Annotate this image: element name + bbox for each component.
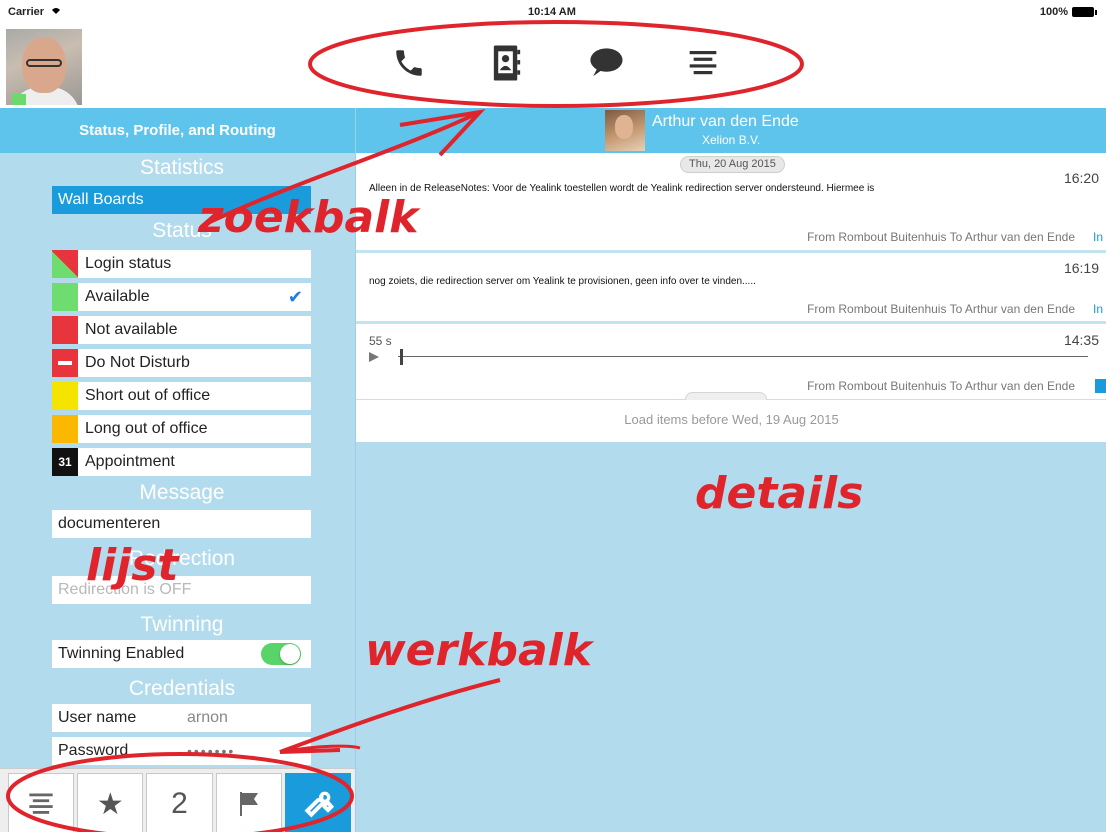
status-short-out-of-office[interactable]: Short out of office (52, 382, 311, 410)
toolbar-number-button[interactable]: 2 (146, 773, 213, 832)
message-text: Alleen in de ReleaseNotes: Voor de Yeali… (369, 183, 875, 194)
twinning-row: Twinning Enabled (52, 640, 311, 668)
status-appointment[interactable]: 31 Appointment (52, 448, 311, 476)
message-time: 16:19 (1063, 260, 1099, 276)
message-direction: In (1092, 230, 1103, 244)
status-login[interactable]: Login status (52, 250, 311, 278)
toolbar-favorites-button[interactable]: ★ (77, 773, 144, 832)
short-out-of-office-icon (52, 382, 78, 410)
do-not-disturb-icon (52, 349, 78, 377)
checkmark-icon: ✔ (287, 286, 303, 307)
password-value: ••••••• (187, 743, 236, 759)
annotation-lijst: lijst (86, 540, 179, 591)
avatar[interactable] (6, 29, 82, 105)
annotation-werkbalk: werkbalk (365, 625, 592, 676)
message-field[interactable]: documenteren (52, 510, 311, 538)
long-out-of-office-icon (52, 415, 78, 443)
twinning-toggle[interactable] (261, 643, 301, 665)
message-title: Message (139, 481, 225, 504)
top-bar (0, 24, 1106, 108)
annotation-details: details (695, 468, 864, 519)
status-not-available[interactable]: Not available (52, 316, 311, 344)
toolbar-flag-button[interactable] (215, 773, 282, 832)
status-long-out-of-office[interactable]: Long out of office (52, 415, 311, 443)
message-from: From Rombout Buitenhuis To Arthur van de… (807, 379, 1075, 393)
number-2-icon: 2 (171, 787, 188, 820)
date-separator: Thu, 20 Aug 2015 (680, 156, 785, 173)
flag-icon (239, 792, 258, 816)
statistics-title: Statistics (139, 156, 225, 179)
available-icon (52, 283, 78, 311)
wifi-icon (52, 8, 61, 14)
settings-list: Statistics Wall Boards Status Login stat… (0, 153, 355, 768)
divider (356, 321, 1106, 324)
bottom-toolbar: ★ 2 (0, 768, 355, 832)
message-direction: In (1092, 302, 1103, 316)
search-bar-nav (390, 42, 722, 84)
username-value: arnon (187, 709, 228, 726)
contact-name: Arthur van den Ende (652, 113, 799, 130)
seek-thumb[interactable] (400, 349, 403, 365)
star-icon: ★ (96, 787, 124, 821)
calendar-icon: 31 (52, 448, 78, 476)
list-icon (29, 793, 53, 814)
list-icon[interactable] (684, 42, 722, 84)
message-feed: Thu, 20 Aug 2015 Alleen in de ReleaseNot… (356, 153, 1106, 442)
password-row[interactable]: Password ••••••• (52, 737, 311, 765)
status-available[interactable]: Available ✔ (52, 283, 311, 311)
carrier-label: Carrier (8, 6, 62, 18)
phone-icon[interactable] (390, 42, 428, 84)
audio-seek-bar[interactable] (398, 356, 1088, 357)
battery-icon (1072, 7, 1097, 17)
contacts-icon[interactable] (488, 42, 526, 84)
left-panel-header: Status, Profile, and Routing (0, 108, 355, 153)
login-status-icon (52, 250, 78, 278)
contact-company: Xelion B.V. (702, 133, 761, 147)
play-icon[interactable] (368, 351, 380, 363)
status-do-not-disturb[interactable]: Do Not Disturb (52, 349, 311, 377)
message-text: nog zoiets, die redirection server om Ye… (369, 276, 756, 287)
toolbar-settings-button[interactable] (284, 773, 352, 832)
wrench-icon (304, 791, 334, 818)
credentials-title: Credentials (128, 677, 236, 700)
call-duration: 55 s (369, 334, 392, 348)
toolbar-list-button[interactable] (8, 773, 75, 832)
chat-icon[interactable] (586, 42, 624, 84)
divider (356, 250, 1106, 253)
clock: 10:14 AM (528, 6, 576, 18)
message-time: 16:20 (1063, 170, 1099, 186)
annotation-zoekbalk: zoekbalk (198, 192, 419, 243)
message-time: 14:35 (1063, 332, 1099, 348)
load-more-button[interactable]: Load items before Wed, 19 Aug 2015 (356, 400, 1106, 440)
twinning-title: Twinning (140, 613, 224, 636)
message-from: From Rombout Buitenhuis To Arthur van de… (807, 230, 1075, 244)
status-badge (1095, 379, 1106, 393)
contact-header: Arthur van den Ende Xelion B.V. (356, 108, 1106, 153)
contact-avatar[interactable] (605, 110, 645, 151)
status-bar: Carrier 10:14 AM 100% (0, 0, 1106, 24)
message-from: From Rombout Buitenhuis To Arthur van de… (807, 302, 1075, 316)
online-status-indicator (12, 94, 26, 105)
battery-indicator: 100% (1040, 6, 1097, 18)
not-available-icon (52, 316, 78, 344)
username-row[interactable]: User name arnon (52, 704, 311, 732)
